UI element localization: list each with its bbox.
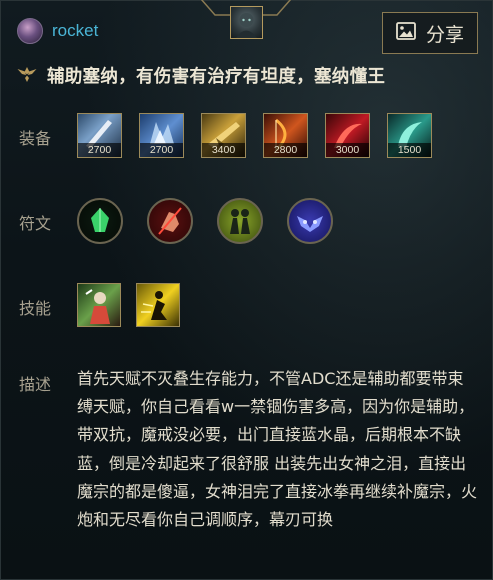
item-price: 3400: [202, 143, 245, 157]
green-crystal-rune-icon[interactable]: [77, 198, 123, 244]
fire-bow-item-icon[interactable]: 2800: [263, 113, 308, 158]
white-blade-item-icon[interactable]: 2700: [77, 113, 122, 158]
username[interactable]: rocket: [52, 21, 98, 41]
spell-list: [77, 283, 180, 327]
build-description: 首先天赋不灭叠生存能力，不管ADC还是辅助都要带束缚天赋，你自己看看w一禁锢伤害…: [77, 369, 478, 530]
red-scythe-item-icon[interactable]: 3000: [325, 113, 370, 158]
items-label: 装备: [19, 129, 52, 148]
golden-gun-item-icon[interactable]: 3400: [201, 113, 246, 158]
build-title: 辅助塞纳，有伤害有治疗有坦度，塞纳懂王: [47, 67, 386, 87]
heal-spell-icon[interactable]: [77, 283, 121, 327]
share-button[interactable]: 分享: [382, 12, 478, 54]
champion-portrait: [230, 6, 263, 39]
runes-label: 符文: [19, 214, 52, 233]
item-price: 3000: [326, 143, 369, 157]
red-fist-rune-icon[interactable]: [147, 198, 193, 244]
twin-figures-rune-icon[interactable]: [217, 198, 263, 244]
item-price: 2800: [264, 143, 307, 157]
image-icon: [396, 22, 416, 44]
item-price: 1500: [388, 143, 431, 157]
teal-scythe-item-icon[interactable]: 1500: [387, 113, 432, 158]
support-role-icon: [17, 65, 37, 87]
item-list: 2700 2700 3400 2800 3000 1500: [77, 113, 432, 158]
owl-mask-rune-icon[interactable]: [287, 198, 333, 244]
item-price: 2700: [140, 143, 183, 157]
user-row[interactable]: rocket: [17, 17, 98, 45]
spells-label: 技能: [19, 299, 52, 318]
item-price: 2700: [78, 143, 121, 157]
build-card: rocket 分享 辅助塞纳，有伤害有治疗有坦度，塞纳懂王 装备 2700 27…: [0, 0, 493, 580]
rune-list: [77, 198, 333, 244]
build-title-row: 辅助塞纳，有伤害有治疗有坦度，塞纳懂王: [17, 63, 385, 88]
user-avatar[interactable]: [17, 18, 43, 44]
ice-shard-item-icon[interactable]: 2700: [139, 113, 184, 158]
flash-spell-icon[interactable]: [136, 283, 180, 327]
share-label: 分享: [425, 23, 464, 46]
desc-label: 描述: [19, 375, 52, 394]
